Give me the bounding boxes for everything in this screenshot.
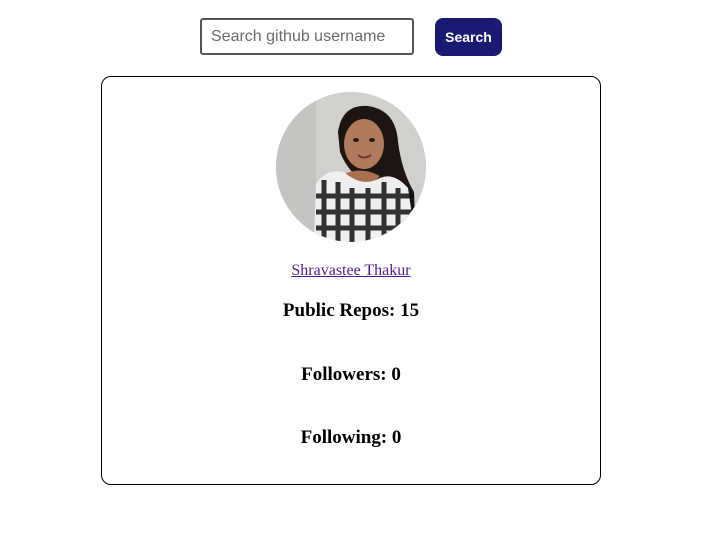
profile-card: Shravastee Thakur Public Repos: 15 Follo…: [101, 76, 601, 485]
followers-count: Followers: 0: [301, 364, 401, 385]
public-repos-count: Public Repos: 15: [282, 300, 420, 321]
profile-name-link[interactable]: Shravastee Thakur: [291, 262, 410, 279]
search-input[interactable]: [200, 18, 414, 55]
avatar: [276, 92, 426, 242]
search-button[interactable]: Search: [435, 18, 502, 56]
profile-name-link-container: Shravastee Thakur: [102, 262, 600, 280]
following-count: Following: 0: [300, 427, 402, 448]
